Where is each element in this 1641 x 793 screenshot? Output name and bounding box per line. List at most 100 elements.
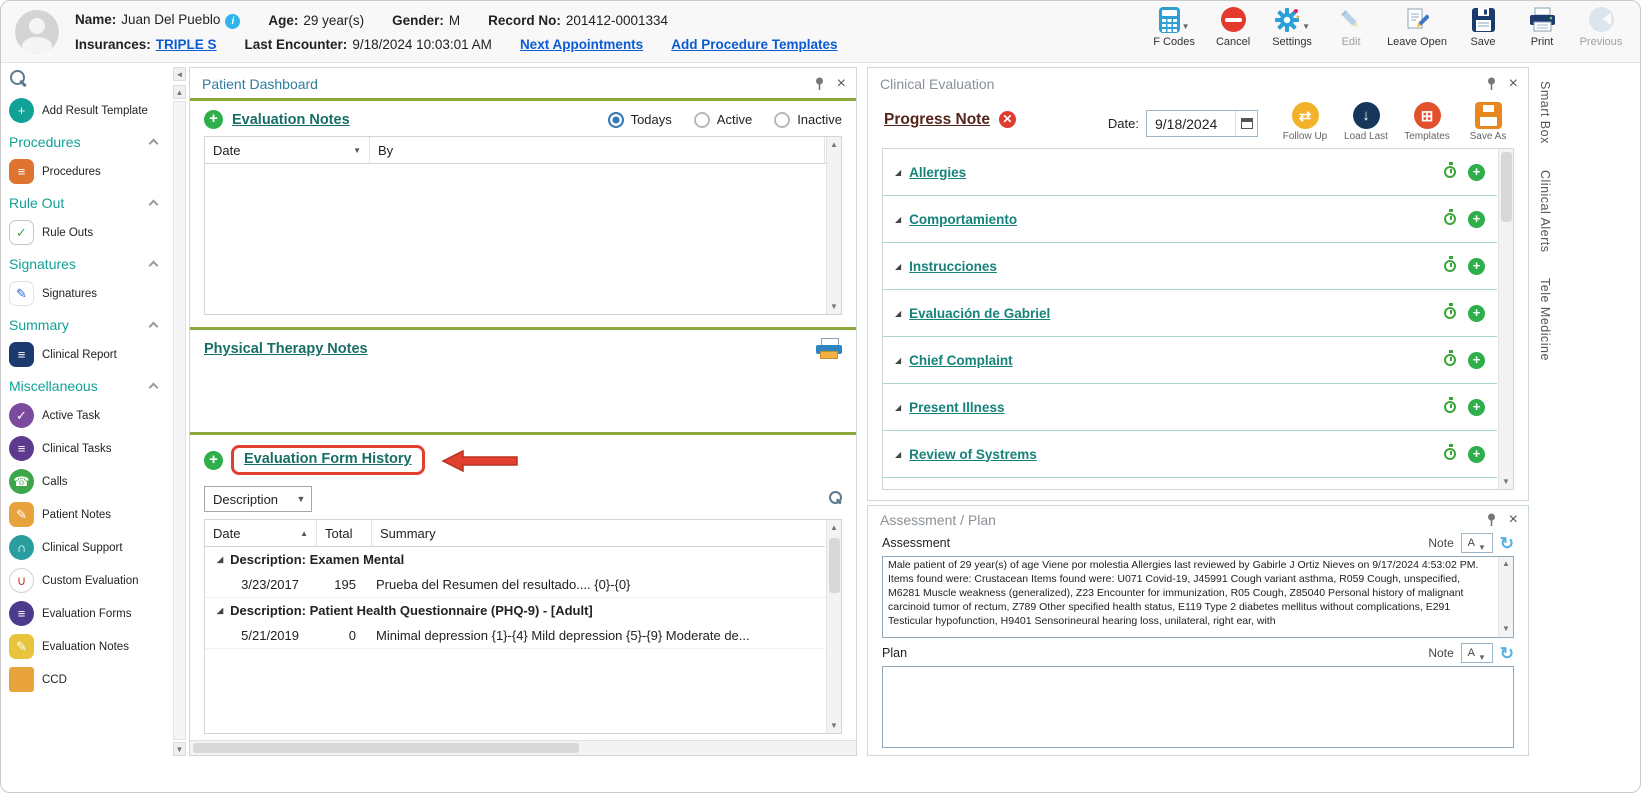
pin-icon[interactable]	[1486, 77, 1497, 91]
scroll-up-icon[interactable]: ▲	[830, 140, 838, 149]
horizontal-scrollbar[interactable]	[190, 740, 856, 755]
evaluation-notes-link[interactable]: Evaluation Notes	[232, 112, 350, 128]
scroll-down-icon[interactable]: ▼	[830, 302, 838, 311]
scrollbar-thumb[interactable]	[1501, 152, 1512, 222]
sidebar-item-patient-notes[interactable]: ✎ Patient Notes	[7, 498, 169, 531]
table-row[interactable]: 5/21/2019 0 Minimal depression {1}-{4} M…	[205, 622, 825, 649]
add-section-entry-button[interactable]: +	[1468, 304, 1485, 322]
add-section-entry-button[interactable]: +	[1468, 445, 1485, 463]
section-title-link[interactable]: Review of Systrems	[909, 447, 1037, 462]
add-evaluation-form-button[interactable]: +	[204, 450, 223, 470]
add-section-entry-button[interactable]: +	[1468, 398, 1485, 416]
scroll-down-icon[interactable]: ▼	[1502, 477, 1510, 486]
close-icon[interactable]: ×	[1509, 512, 1518, 528]
add-section-entry-button[interactable]: +	[1468, 210, 1485, 228]
insurances-link[interactable]: TRIPLE S	[156, 37, 217, 52]
scroll-up-icon[interactable]: ▲	[830, 523, 838, 532]
timer-icon[interactable]	[1444, 256, 1456, 272]
next-appointments-link[interactable]: Next Appointments	[520, 37, 643, 52]
scrollbar-track[interactable]	[173, 101, 186, 740]
info-icon[interactable]: i	[225, 13, 241, 29]
sidebar-item-clinical-support[interactable]: ∩ Clinical Support	[7, 531, 169, 564]
scrollbar-thumb[interactable]	[193, 743, 580, 753]
sidebar-section-signatures[interactable]: Signatures	[7, 249, 169, 277]
refresh-icon[interactable]: ↻	[1500, 535, 1514, 552]
sidebar-item-ccd[interactable]: CCD	[7, 663, 169, 696]
sidebar-section-procedures[interactable]: Procedures	[7, 127, 169, 155]
scroll-up-icon[interactable]: ▲	[1502, 559, 1510, 570]
scroll-up-icon[interactable]: ▲	[173, 85, 186, 99]
sidebar-item-rule-outs[interactable]: ✓ Rule Outs	[7, 216, 169, 249]
column-total[interactable]: Total	[317, 520, 372, 546]
section-title-link[interactable]: Chief Complaint	[909, 353, 1013, 368]
filter-dropdown-icon[interactable]: ▼	[353, 146, 361, 155]
filter-inactive-radio[interactable]: Inactive	[774, 111, 842, 128]
section-title-link[interactable]: Evaluación de Gabriel	[909, 306, 1050, 321]
sidebar-item-evaluation-notes[interactable]: ✎ Evaluation Notes	[7, 630, 169, 663]
pin-icon[interactable]	[1486, 513, 1497, 527]
add-section-entry-button[interactable]: +	[1468, 163, 1485, 181]
tab-clinical-alerts[interactable]: Clinical Alerts	[1538, 170, 1552, 253]
save-button[interactable]: Save	[1460, 6, 1506, 48]
physical-therapy-notes-link[interactable]: Physical Therapy Notes	[204, 341, 368, 357]
table-row[interactable]: 3/23/2017 195 Prueba del Resumen del res…	[205, 571, 825, 598]
follow-up-button[interactable]: ⇄ Follow Up	[1279, 102, 1331, 142]
timer-icon[interactable]	[1444, 209, 1456, 225]
column-summary[interactable]: Summary	[372, 520, 825, 546]
sidebar-item-active-task[interactable]: ✓ Active Task	[7, 399, 169, 432]
scroll-down-icon[interactable]: ▼	[1502, 624, 1510, 635]
column-date[interactable]: Date ▼	[205, 137, 370, 163]
chevron-down-icon[interactable]: ▼	[1302, 22, 1310, 31]
f-codes-button[interactable]: ▼ F Codes	[1151, 6, 1197, 48]
column-by[interactable]: By	[370, 137, 825, 163]
section-title-link[interactable]: Instrucciones	[909, 259, 997, 274]
group-row[interactable]: ◢ Description: Examen Mental	[205, 547, 825, 571]
remove-note-icon[interactable]: ✕	[998, 111, 1016, 128]
filter-todays-radio[interactable]: Todays	[607, 111, 672, 128]
collapse-triangle-icon[interactable]: ◢	[895, 262, 901, 271]
chevron-down-icon[interactable]: ▼	[1182, 22, 1190, 31]
collapse-triangle-icon[interactable]: ◢	[895, 168, 901, 177]
calendar-picker-button[interactable]	[1235, 111, 1257, 136]
sidebar-item-clinical-report[interactable]: ≡ Clinical Report	[7, 338, 169, 371]
scroll-down-icon[interactable]: ▼	[173, 742, 186, 756]
evaluation-form-history-link[interactable]: Evaluation Form History	[244, 451, 412, 467]
sidebar-item-evaluation-forms[interactable]: ≡ Evaluation Forms	[7, 597, 169, 630]
settings-button[interactable]: ▼ Settings	[1269, 6, 1315, 48]
refresh-icon[interactable]: ↻	[1500, 645, 1514, 662]
print-button[interactable]: Print	[1519, 6, 1565, 48]
load-last-button[interactable]: ↓ Load Last	[1340, 102, 1392, 142]
scroll-down-icon[interactable]: ▼	[830, 721, 838, 730]
add-section-entry-button[interactable]: +	[1468, 351, 1485, 369]
vertical-scrollbar[interactable]: ▲ ▼	[826, 137, 841, 314]
description-filter-dropdown[interactable]: Description ▼	[204, 486, 312, 512]
close-icon[interactable]: ×	[1509, 76, 1518, 92]
timer-icon[interactable]	[1444, 444, 1456, 460]
collapse-sidebar-button[interactable]: ◄	[173, 67, 186, 81]
sidebar-item-add-result-template[interactable]: + Add Result Template	[7, 94, 169, 127]
sidebar-section-rule-out[interactable]: Rule Out	[7, 188, 169, 216]
collapse-triangle-icon[interactable]: ◢	[895, 356, 901, 365]
note-style-dropdown[interactable]: A ▼	[1460, 533, 1493, 553]
sidebar-item-custom-evaluation[interactable]: ∪ Custom Evaluation	[7, 564, 169, 597]
plan-textbox[interactable]	[882, 666, 1514, 748]
tab-smart-box[interactable]: Smart Box	[1538, 81, 1552, 144]
collapse-triangle-icon[interactable]: ◢	[895, 403, 901, 412]
templates-button[interactable]: ⊞ Templates	[1401, 102, 1453, 142]
group-row[interactable]: ◢ Description: Patient Health Questionna…	[205, 598, 825, 622]
collapse-triangle-icon[interactable]: ◢	[895, 450, 901, 459]
add-evaluation-note-button[interactable]: +	[204, 110, 223, 129]
cancel-button[interactable]: Cancel	[1210, 6, 1256, 48]
vertical-scrollbar[interactable]: ▲ ▼	[1498, 557, 1513, 637]
leave-open-button[interactable]: Leave Open	[1387, 6, 1447, 48]
collapse-triangle-icon[interactable]: ◢	[895, 215, 901, 224]
close-icon[interactable]: ×	[837, 76, 846, 92]
timer-icon[interactable]	[1444, 397, 1456, 413]
timer-icon[interactable]	[1444, 303, 1456, 319]
section-title-link[interactable]: Present Illness	[909, 400, 1004, 415]
scrollbar-thumb[interactable]	[829, 538, 840, 593]
sidebar-section-miscellaneous[interactable]: Miscellaneous	[7, 371, 169, 399]
assessment-textbox[interactable]: Male patient of 29 year(s) of age Viene …	[882, 556, 1514, 638]
tab-tele-medicine[interactable]: Tele Medicine	[1538, 278, 1552, 361]
sidebar-item-clinical-tasks[interactable]: ≡ Clinical Tasks	[7, 432, 169, 465]
